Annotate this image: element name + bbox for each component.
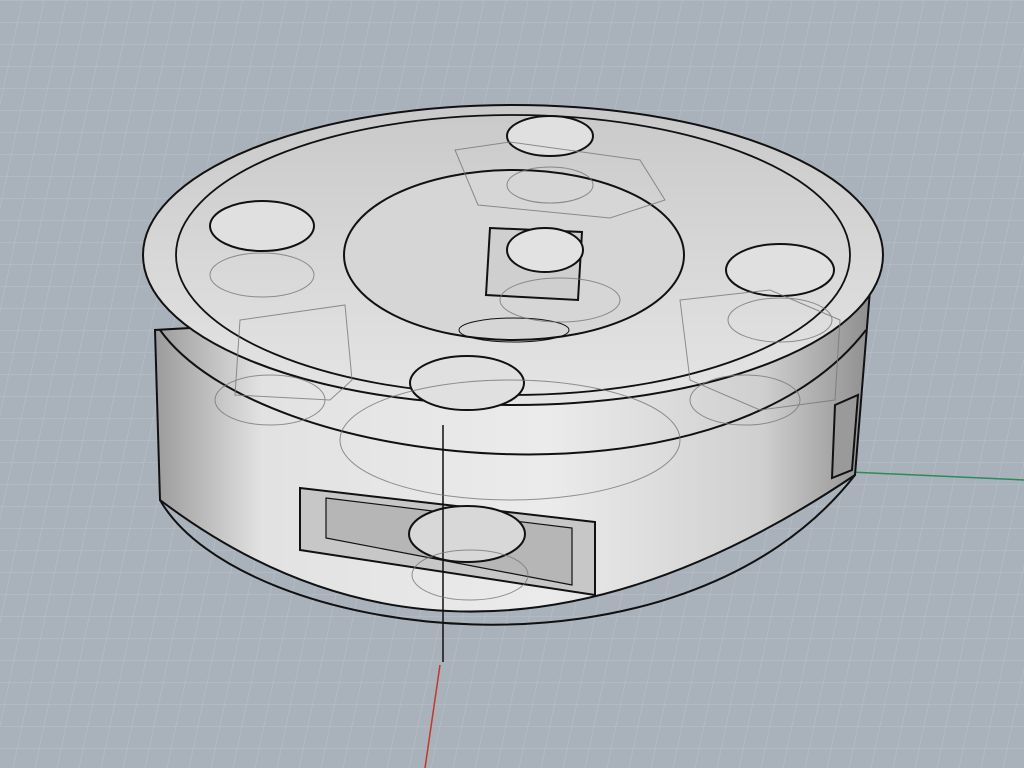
viewport-canvas[interactable] [0, 0, 1024, 768]
set-screw-hole[interactable] [506, 227, 584, 273]
bolt-hole-front[interactable] [409, 355, 525, 411]
bolt-hole-right[interactable] [725, 243, 835, 297]
slot-bolt-hole[interactable] [408, 505, 526, 563]
bolt-hole-top[interactable] [506, 115, 594, 157]
3d-viewport[interactable] [0, 0, 1024, 768]
bolt-hole-left[interactable] [209, 200, 315, 252]
